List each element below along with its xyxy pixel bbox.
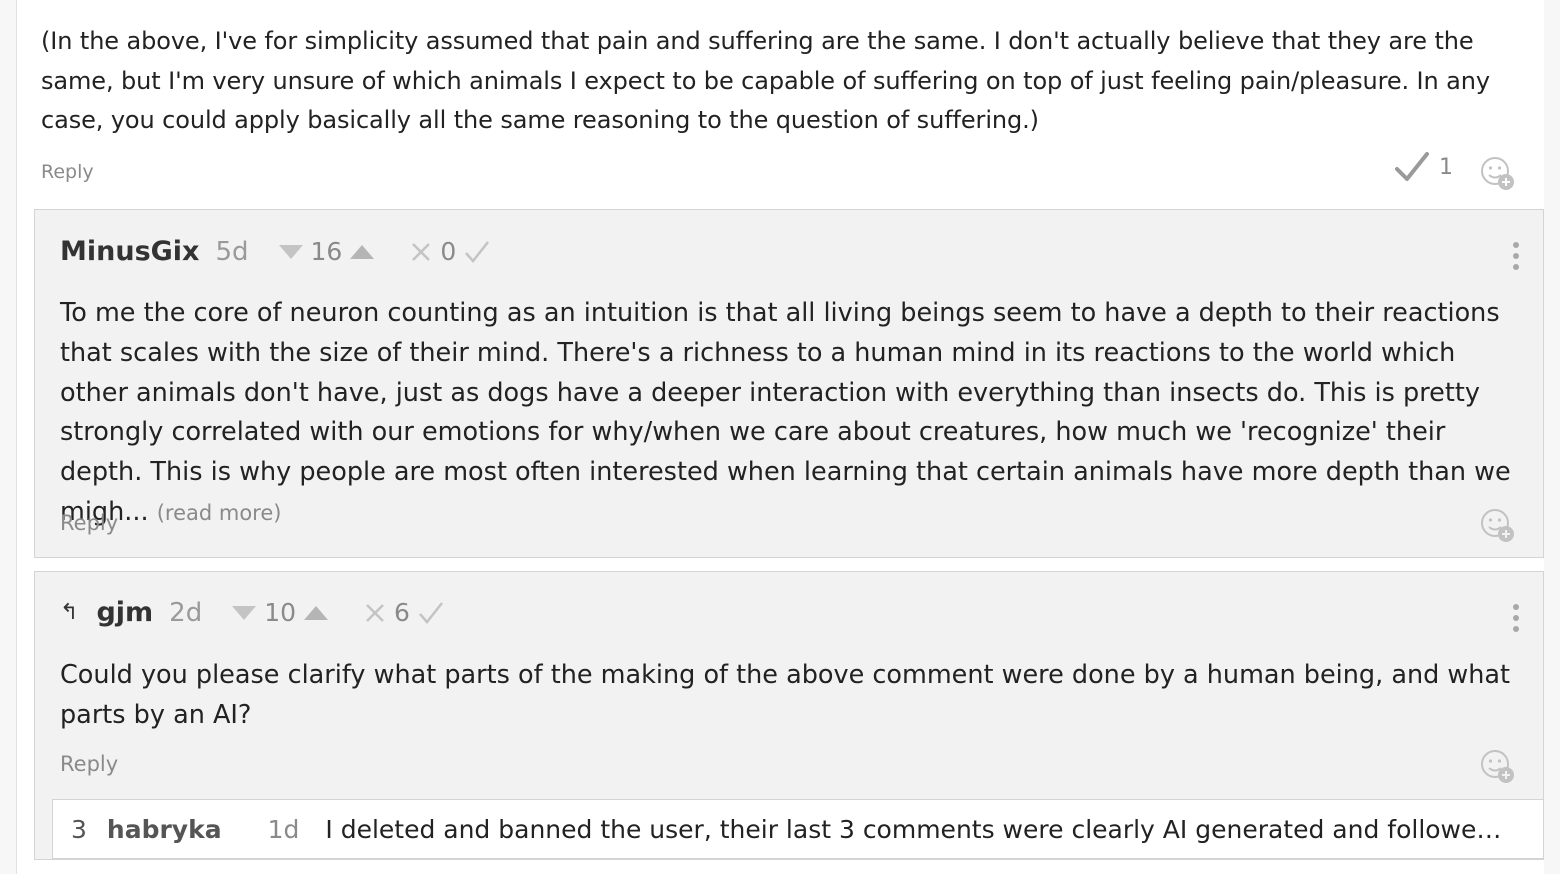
agreement-vote: 6 <box>364 598 444 627</box>
downvote-icon[interactable] <box>278 244 303 259</box>
comment-author[interactable]: MinusGix <box>60 236 199 267</box>
add-reaction-icon[interactable] <box>1480 748 1516 784</box>
comment-meta: MinusGix 5d 16 0 <box>60 236 490 267</box>
karma-score: 10 <box>264 598 297 627</box>
collapsed-author[interactable]: habryka <box>107 815 222 844</box>
agreement-display: 1 <box>1395 152 1453 182</box>
karma-vote: 10 <box>232 598 329 627</box>
disagree-icon[interactable] <box>364 602 386 624</box>
collapsed-reply[interactable]: 3 habryka 1d I deleted and banned the us… <box>52 799 1544 859</box>
agree-check-icon[interactable] <box>1395 152 1429 182</box>
agreement-score: 0 <box>440 237 457 266</box>
add-reaction-icon[interactable] <box>1480 155 1516 191</box>
reply-button[interactable]: Reply <box>60 511 118 535</box>
parent-comment-body: (In the above, I've for simplicity assum… <box>41 27 1490 134</box>
reply-button[interactable]: Reply <box>41 161 94 183</box>
collapsed-preview: I deleted and banned the user, their las… <box>325 814 1543 844</box>
agree-icon[interactable] <box>418 601 444 625</box>
disagree-icon[interactable] <box>410 241 432 263</box>
comment-body: Could you please clarify what parts of t… <box>60 660 1511 730</box>
karma-score: 16 <box>310 237 343 266</box>
upvote-icon[interactable] <box>350 244 375 259</box>
add-reaction-icon[interactable] <box>1480 507 1516 543</box>
read-more-link[interactable]: (read more) <box>157 501 282 525</box>
comment-minusgix: MinusGix 5d 16 0 To me the core of neuro… <box>34 209 1544 558</box>
more-options-icon[interactable] <box>1513 242 1521 270</box>
agree-icon[interactable] <box>464 240 490 264</box>
reply-button[interactable]: Reply <box>60 752 118 776</box>
comment-meta: ↰ gjm 2d 10 6 <box>60 597 444 628</box>
comment-text: To me the core of neuron counting as an … <box>60 298 1511 527</box>
downvote-icon[interactable] <box>232 605 257 620</box>
karma-vote: 16 <box>278 237 375 266</box>
comment-age[interactable]: 5d <box>215 237 248 267</box>
collapsed-age: 1d <box>267 814 300 844</box>
comment-gjm: ↰ gjm 2d 10 6 Could you please clarify w… <box>34 571 1544 860</box>
comment-body: To me the core of neuron counting as an … <box>60 294 1530 534</box>
more-options-icon[interactable] <box>1513 604 1521 632</box>
comment-author[interactable]: gjm <box>96 597 153 628</box>
agree-count: 1 <box>1439 154 1453 180</box>
agreement-vote: 0 <box>410 237 490 266</box>
comment-age[interactable]: 2d <box>169 598 202 628</box>
collapsed-karma: 3 <box>71 814 87 844</box>
parent-comment-arrow-icon[interactable]: ↰ <box>60 600 78 625</box>
parent-comment: (In the above, I've for simplicity assum… <box>16 0 1544 874</box>
agreement-score: 6 <box>394 598 410 627</box>
upvote-icon[interactable] <box>304 605 329 620</box>
comment-thread: (In the above, I've for simplicity assum… <box>0 0 1560 874</box>
